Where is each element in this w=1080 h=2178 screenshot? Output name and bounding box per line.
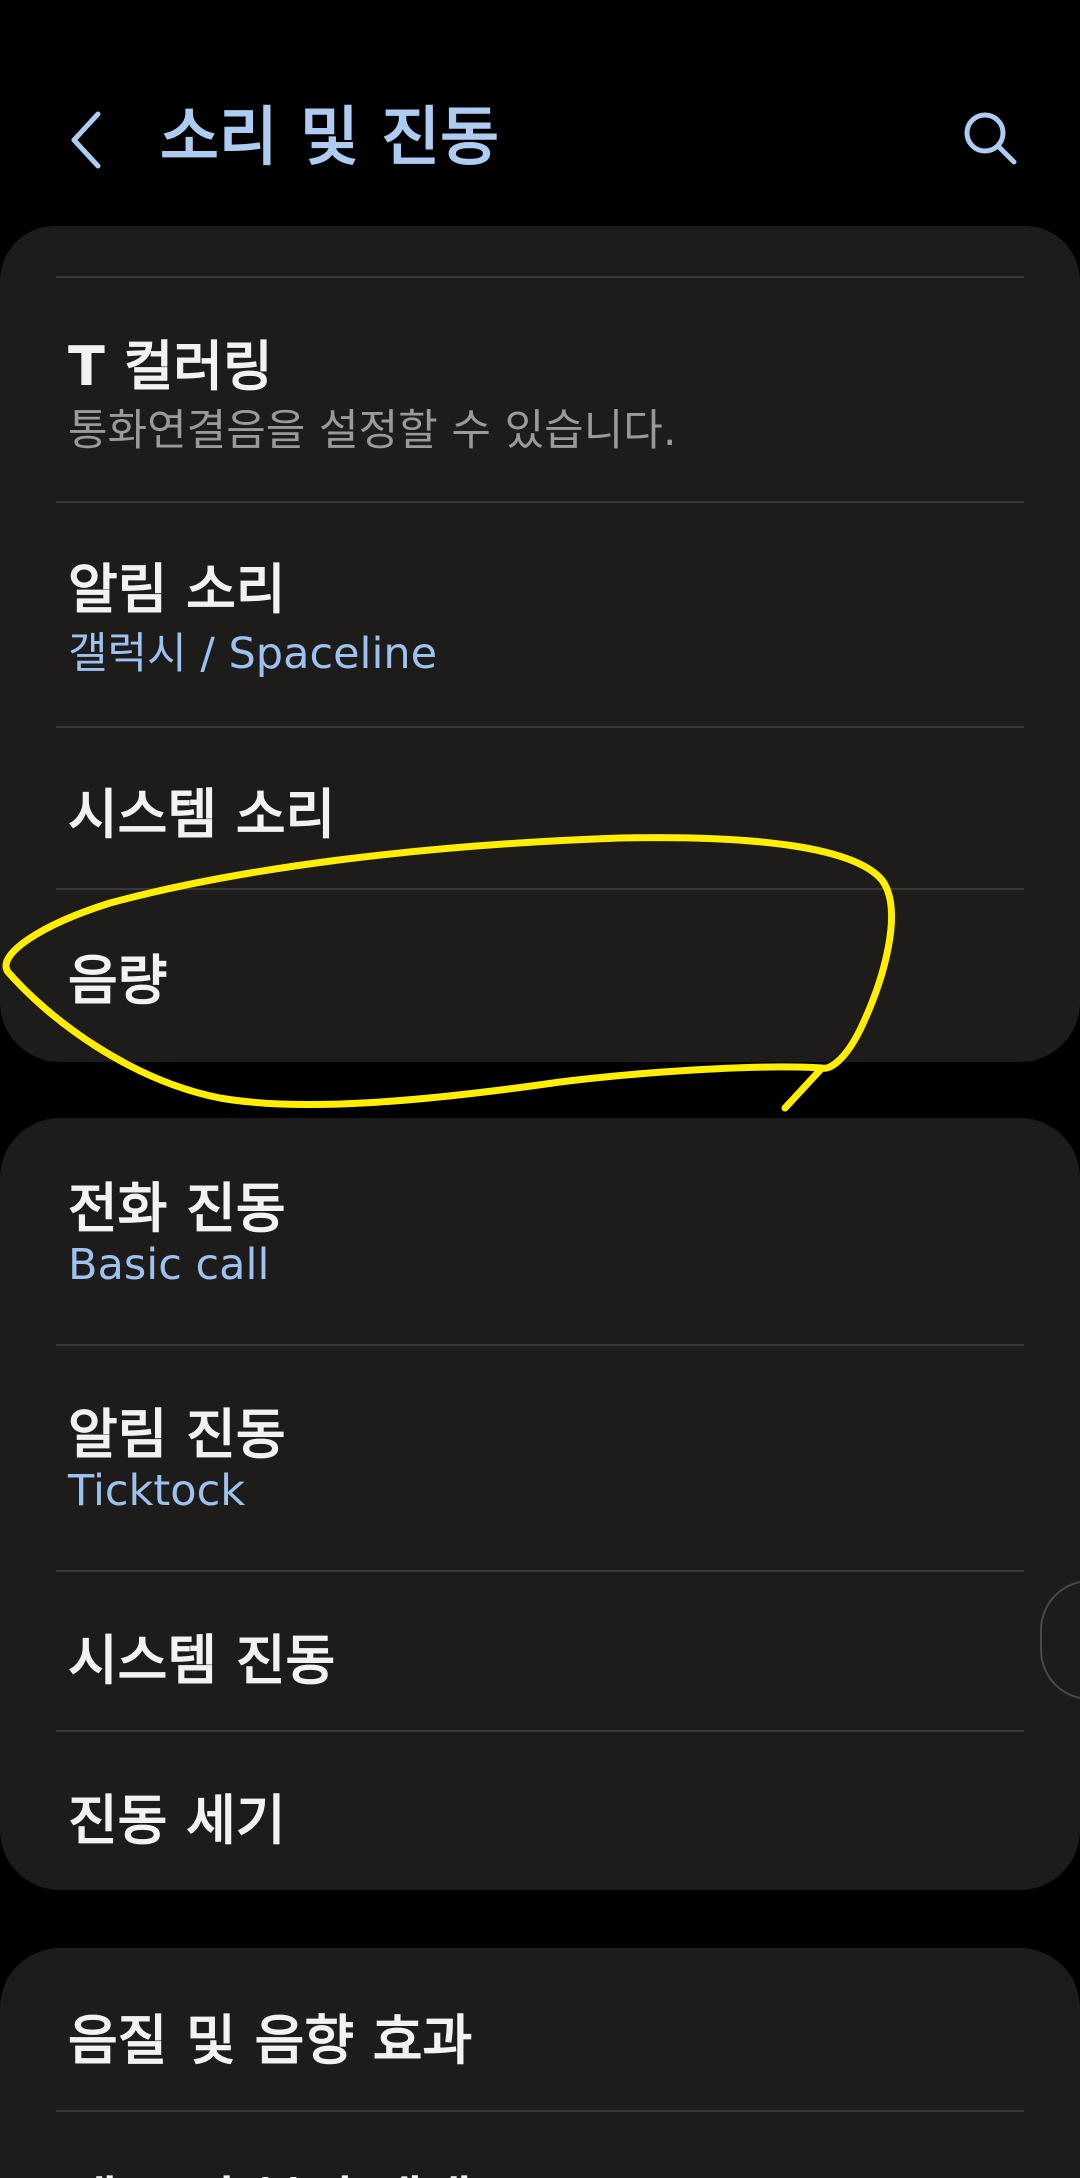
item-label: T 컬러링 [68, 335, 273, 398]
item-value: Ticktock [68, 1466, 246, 1516]
list-item-notification-vibration[interactable]: 알림 진동 Ticktock [0, 1346, 1080, 1570]
item-label: 알림 진동 [68, 1403, 286, 1466]
item-label: 앱 소리 분리 재생 [68, 2158, 472, 2178]
settings-group-sound-quality: 음질 및 음향 효과 앱 소리 분리 재생 [0, 1948, 1080, 2178]
item-label: 음질 및 음향 효과 [68, 2009, 473, 2072]
item-label: 음량 [68, 949, 168, 1012]
list-item-call-vibration[interactable]: 전화 진동 Basic call [0, 1118, 1080, 1344]
settings-group-vibration: 전화 진동 Basic call 알림 진동 Ticktock 시스템 진동 진… [0, 1118, 1080, 1890]
item-label: 시스템 소리 [68, 783, 336, 846]
item-value: 갤럭시 / Spaceline [68, 629, 438, 679]
list-item-system-vibration[interactable]: 시스템 진동 [0, 1572, 1080, 1730]
back-button[interactable] [60, 100, 120, 180]
item-label: 알림 소리 [68, 558, 286, 621]
app-bar: 소리 및 진동 [0, 0, 1080, 226]
list-item-system-sound[interactable]: 시스템 소리 [0, 728, 1080, 888]
chevron-left-icon [71, 111, 101, 169]
list-item-notification-sound[interactable]: 알림 소리 갤럭시 / Spaceline [0, 503, 1080, 725]
settings-screen: 소리 및 진동 T 컬러링 통화연결음을 설정할 수 있습니다. 알림 소리 갤… [0, 0, 1080, 2178]
list-item-volume[interactable]: 음량 [0, 890, 1080, 1062]
page-title: 소리 및 진동 [160, 101, 499, 175]
item-value: Basic call [68, 1240, 270, 1290]
item-label: 시스템 진동 [68, 1629, 336, 1692]
list-item-sound-quality-effects[interactable]: 음질 및 음향 효과 [0, 1948, 1080, 2110]
settings-group-sound: T 컬러링 통화연결음을 설정할 수 있습니다. 알림 소리 갤럭시 / Spa… [0, 226, 1080, 1062]
search-icon [964, 112, 1017, 165]
list-item-vibration-intensity[interactable]: 진동 세기 [0, 1732, 1080, 1890]
list-item-separate-app-sound[interactable]: 앱 소리 분리 재생 [0, 2112, 1080, 2178]
item-label: 진동 세기 [68, 1789, 286, 1852]
item-description: 통화연결음을 설정할 수 있습니다. [68, 406, 677, 456]
search-button[interactable] [960, 108, 1020, 168]
item-label: 전화 진동 [68, 1177, 286, 1240]
list-item-t-coloring[interactable]: T 컬러링 통화연결음을 설정할 수 있습니다. [0, 278, 1080, 456]
